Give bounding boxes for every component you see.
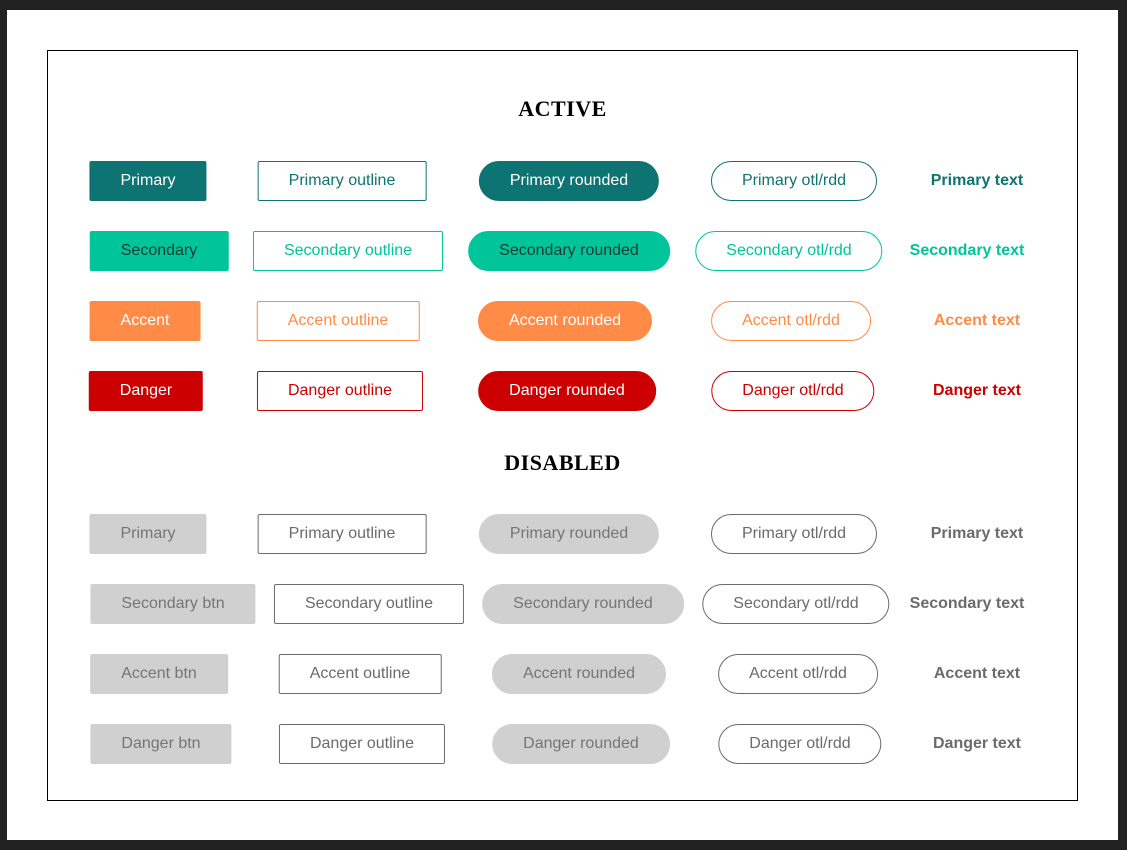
secondary-text-button[interactable]: Secondary text	[910, 242, 1025, 260]
danger-rounded-button[interactable]: Danger rounded	[478, 371, 656, 411]
secondary-rounded-button-disabled: Secondary rounded	[482, 584, 684, 624]
danger-outline-rounded-button[interactable]: Danger otl/rdd	[711, 371, 875, 411]
secondary-outline-button-disabled: Secondary outline	[273, 584, 465, 624]
disabled-row-primary: Primary Primary outline Primary rounded …	[48, 514, 1077, 554]
danger-text-button-disabled: Danger text	[932, 735, 1022, 752]
button-showcase-frame: ACTIVE Primary Primary outline Primary r…	[47, 50, 1078, 801]
primary-button[interactable]: Primary	[89, 161, 207, 201]
danger-button[interactable]: Danger	[88, 371, 204, 411]
danger-outline-button[interactable]: Danger outline	[256, 371, 424, 411]
accent-text-button[interactable]: Accent text	[934, 312, 1020, 330]
danger-outline-rounded-button-disabled: Danger otl/rdd	[718, 724, 882, 764]
primary-outline-button[interactable]: Primary outline	[257, 161, 427, 201]
accent-outline-rounded-button-disabled: Accent otl/rdd	[718, 654, 878, 694]
secondary-button[interactable]: Secondary	[89, 231, 229, 271]
accent-outline-button-disabled: Accent outline	[278, 654, 442, 694]
accent-outline-button[interactable]: Accent outline	[256, 301, 420, 341]
disabled-row-accent: Accent btn Accent outline Accent rounded…	[48, 654, 1077, 694]
primary-button-disabled: Primary	[89, 514, 207, 554]
primary-outline-rounded-button-disabled: Primary otl/rdd	[710, 514, 878, 554]
accent-rounded-button-disabled: Accent rounded	[491, 654, 667, 694]
active-row-danger: Danger Danger outline Danger rounded Dan…	[48, 371, 1077, 411]
section-title-active: ACTIVE	[518, 96, 607, 121]
danger-text-button[interactable]: Danger text	[933, 382, 1021, 400]
active-row-accent: Accent Accent outline Accent rounded Acc…	[48, 301, 1077, 341]
accent-rounded-button[interactable]: Accent rounded	[477, 301, 653, 341]
secondary-outline-rounded-button[interactable]: Secondary otl/rdd	[695, 231, 883, 271]
accent-outline-rounded-button[interactable]: Accent otl/rdd	[711, 301, 871, 341]
primary-text-button[interactable]: Primary text	[931, 172, 1024, 190]
secondary-text-button-disabled: Secondary text	[909, 595, 1025, 612]
secondary-button-disabled: Secondary btn	[90, 584, 256, 624]
primary-outline-button-disabled: Primary outline	[257, 514, 427, 554]
section-title-disabled: DISABLED	[504, 450, 621, 475]
secondary-outline-button[interactable]: Secondary outline	[252, 231, 444, 271]
secondary-outline-rounded-button-disabled: Secondary otl/rdd	[702, 584, 890, 624]
disabled-row-secondary: Secondary btn Secondary outline Secondar…	[48, 584, 1077, 624]
active-row-secondary: Secondary Secondary outline Secondary ro…	[48, 231, 1077, 271]
primary-rounded-button-disabled: Primary rounded	[478, 514, 660, 554]
active-row-primary: Primary Primary outline Primary rounded …	[48, 161, 1077, 201]
page: ACTIVE Primary Primary outline Primary r…	[7, 10, 1118, 840]
primary-rounded-button[interactable]: Primary rounded	[478, 161, 660, 201]
primary-outline-rounded-button[interactable]: Primary otl/rdd	[710, 161, 878, 201]
danger-outline-button-disabled: Danger outline	[278, 724, 446, 764]
accent-button[interactable]: Accent	[89, 301, 201, 341]
primary-text-button-disabled: Primary text	[930, 525, 1024, 542]
accent-button-disabled: Accent btn	[90, 654, 228, 694]
danger-rounded-button-disabled: Danger rounded	[492, 724, 670, 764]
danger-button-disabled: Danger btn	[90, 724, 232, 764]
secondary-rounded-button[interactable]: Secondary rounded	[468, 231, 670, 271]
disabled-row-danger: Danger btn Danger outline Danger rounded…	[48, 724, 1077, 764]
accent-text-button-disabled: Accent text	[933, 665, 1021, 682]
